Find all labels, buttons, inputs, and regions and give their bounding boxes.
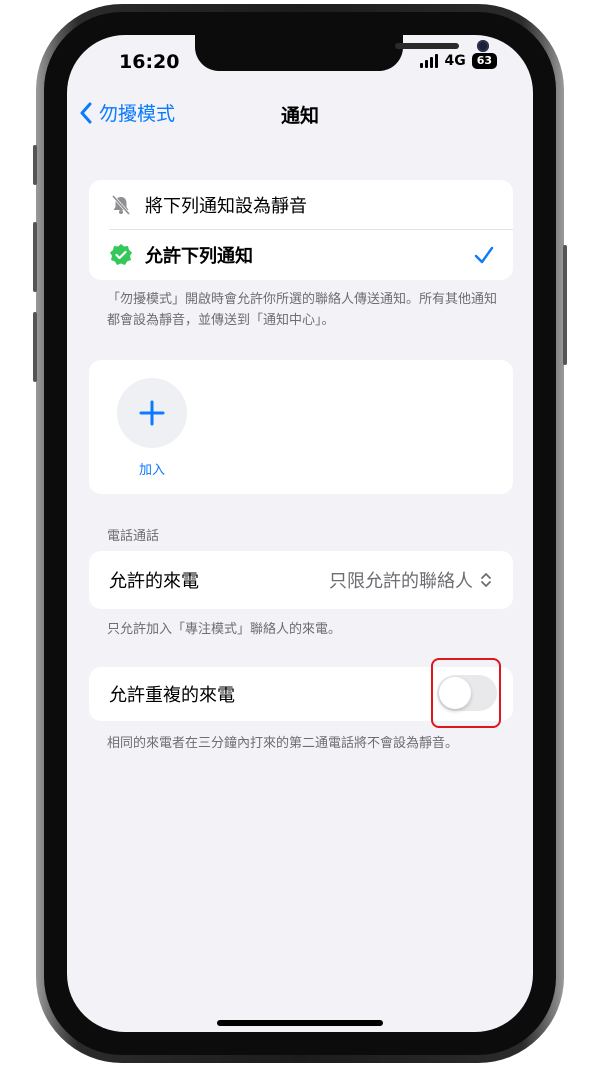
chevron-up-down-icon (481, 573, 491, 587)
allowed-calls-row[interactable]: 允許的來電 只限允許的聯絡人 (89, 551, 513, 609)
repeated-calls-footnote: 相同的來電者在三分鐘內打來的第二通電話將不會設為靜音。 (107, 736, 459, 751)
notch (195, 35, 489, 71)
mute-switch (33, 145, 37, 185)
allowed-calls-value: 只限允許的聯絡人 (329, 571, 473, 592)
option-silence-notifications[interactable]: 將下列通知設為靜音 (89, 180, 513, 230)
allowed-calls-card: 允許的來電 只限允許的聯絡人 (89, 551, 513, 609)
people-card: 加入 (89, 360, 513, 494)
battery-indicator: 63 (471, 53, 497, 69)
page-title: 通知 (280, 105, 319, 127)
status-time: 16:20 (119, 51, 180, 73)
volume-down-button (33, 312, 37, 382)
home-indicator[interactable] (217, 1020, 383, 1026)
speaker (395, 43, 459, 49)
status-indicators: 4G 63 (420, 53, 497, 69)
calls-section-header: 電話通話 (107, 529, 160, 544)
highlight-box (431, 658, 501, 728)
cellular-signal-icon (420, 54, 439, 68)
mode-options-card: 將下列通知設為靜音 允許下列通知 (89, 180, 513, 280)
checkmark-seal-icon (109, 243, 133, 267)
option-allow-notifications[interactable]: 允許下列通知 (89, 230, 513, 280)
allowed-calls-footnote: 只允許加入「專注模式」聯絡人的來電。 (107, 622, 342, 637)
allowed-calls-label: 允許的來電 (109, 571, 199, 592)
repeated-calls-label: 允許重複的來電 (109, 685, 235, 706)
option-label: 允許下列通知 (145, 246, 253, 267)
option-label: 將下列通知設為靜音 (145, 196, 307, 217)
add-person-label: 加入 (138, 463, 165, 478)
volume-up-button (33, 222, 37, 292)
screen: 16:20 4G 63 勿擾模式 通知 將下列通知設為靜音 允許下列通知 「勿擾… (67, 35, 533, 1032)
add-person-button[interactable] (117, 378, 187, 448)
network-type: 4G (444, 53, 466, 69)
power-button (563, 245, 567, 365)
mode-footnote: 「勿擾模式」開啟時會允許你所選的聯絡人傳送通知。所有其他通知都會設為靜音，並傳送… (107, 292, 498, 328)
plus-icon (139, 400, 165, 426)
front-camera (477, 40, 489, 52)
allowed-calls-picker[interactable]: 只限允許的聯絡人 (329, 567, 493, 593)
checkmark-icon (474, 246, 494, 264)
bell-slash-icon (109, 193, 133, 217)
